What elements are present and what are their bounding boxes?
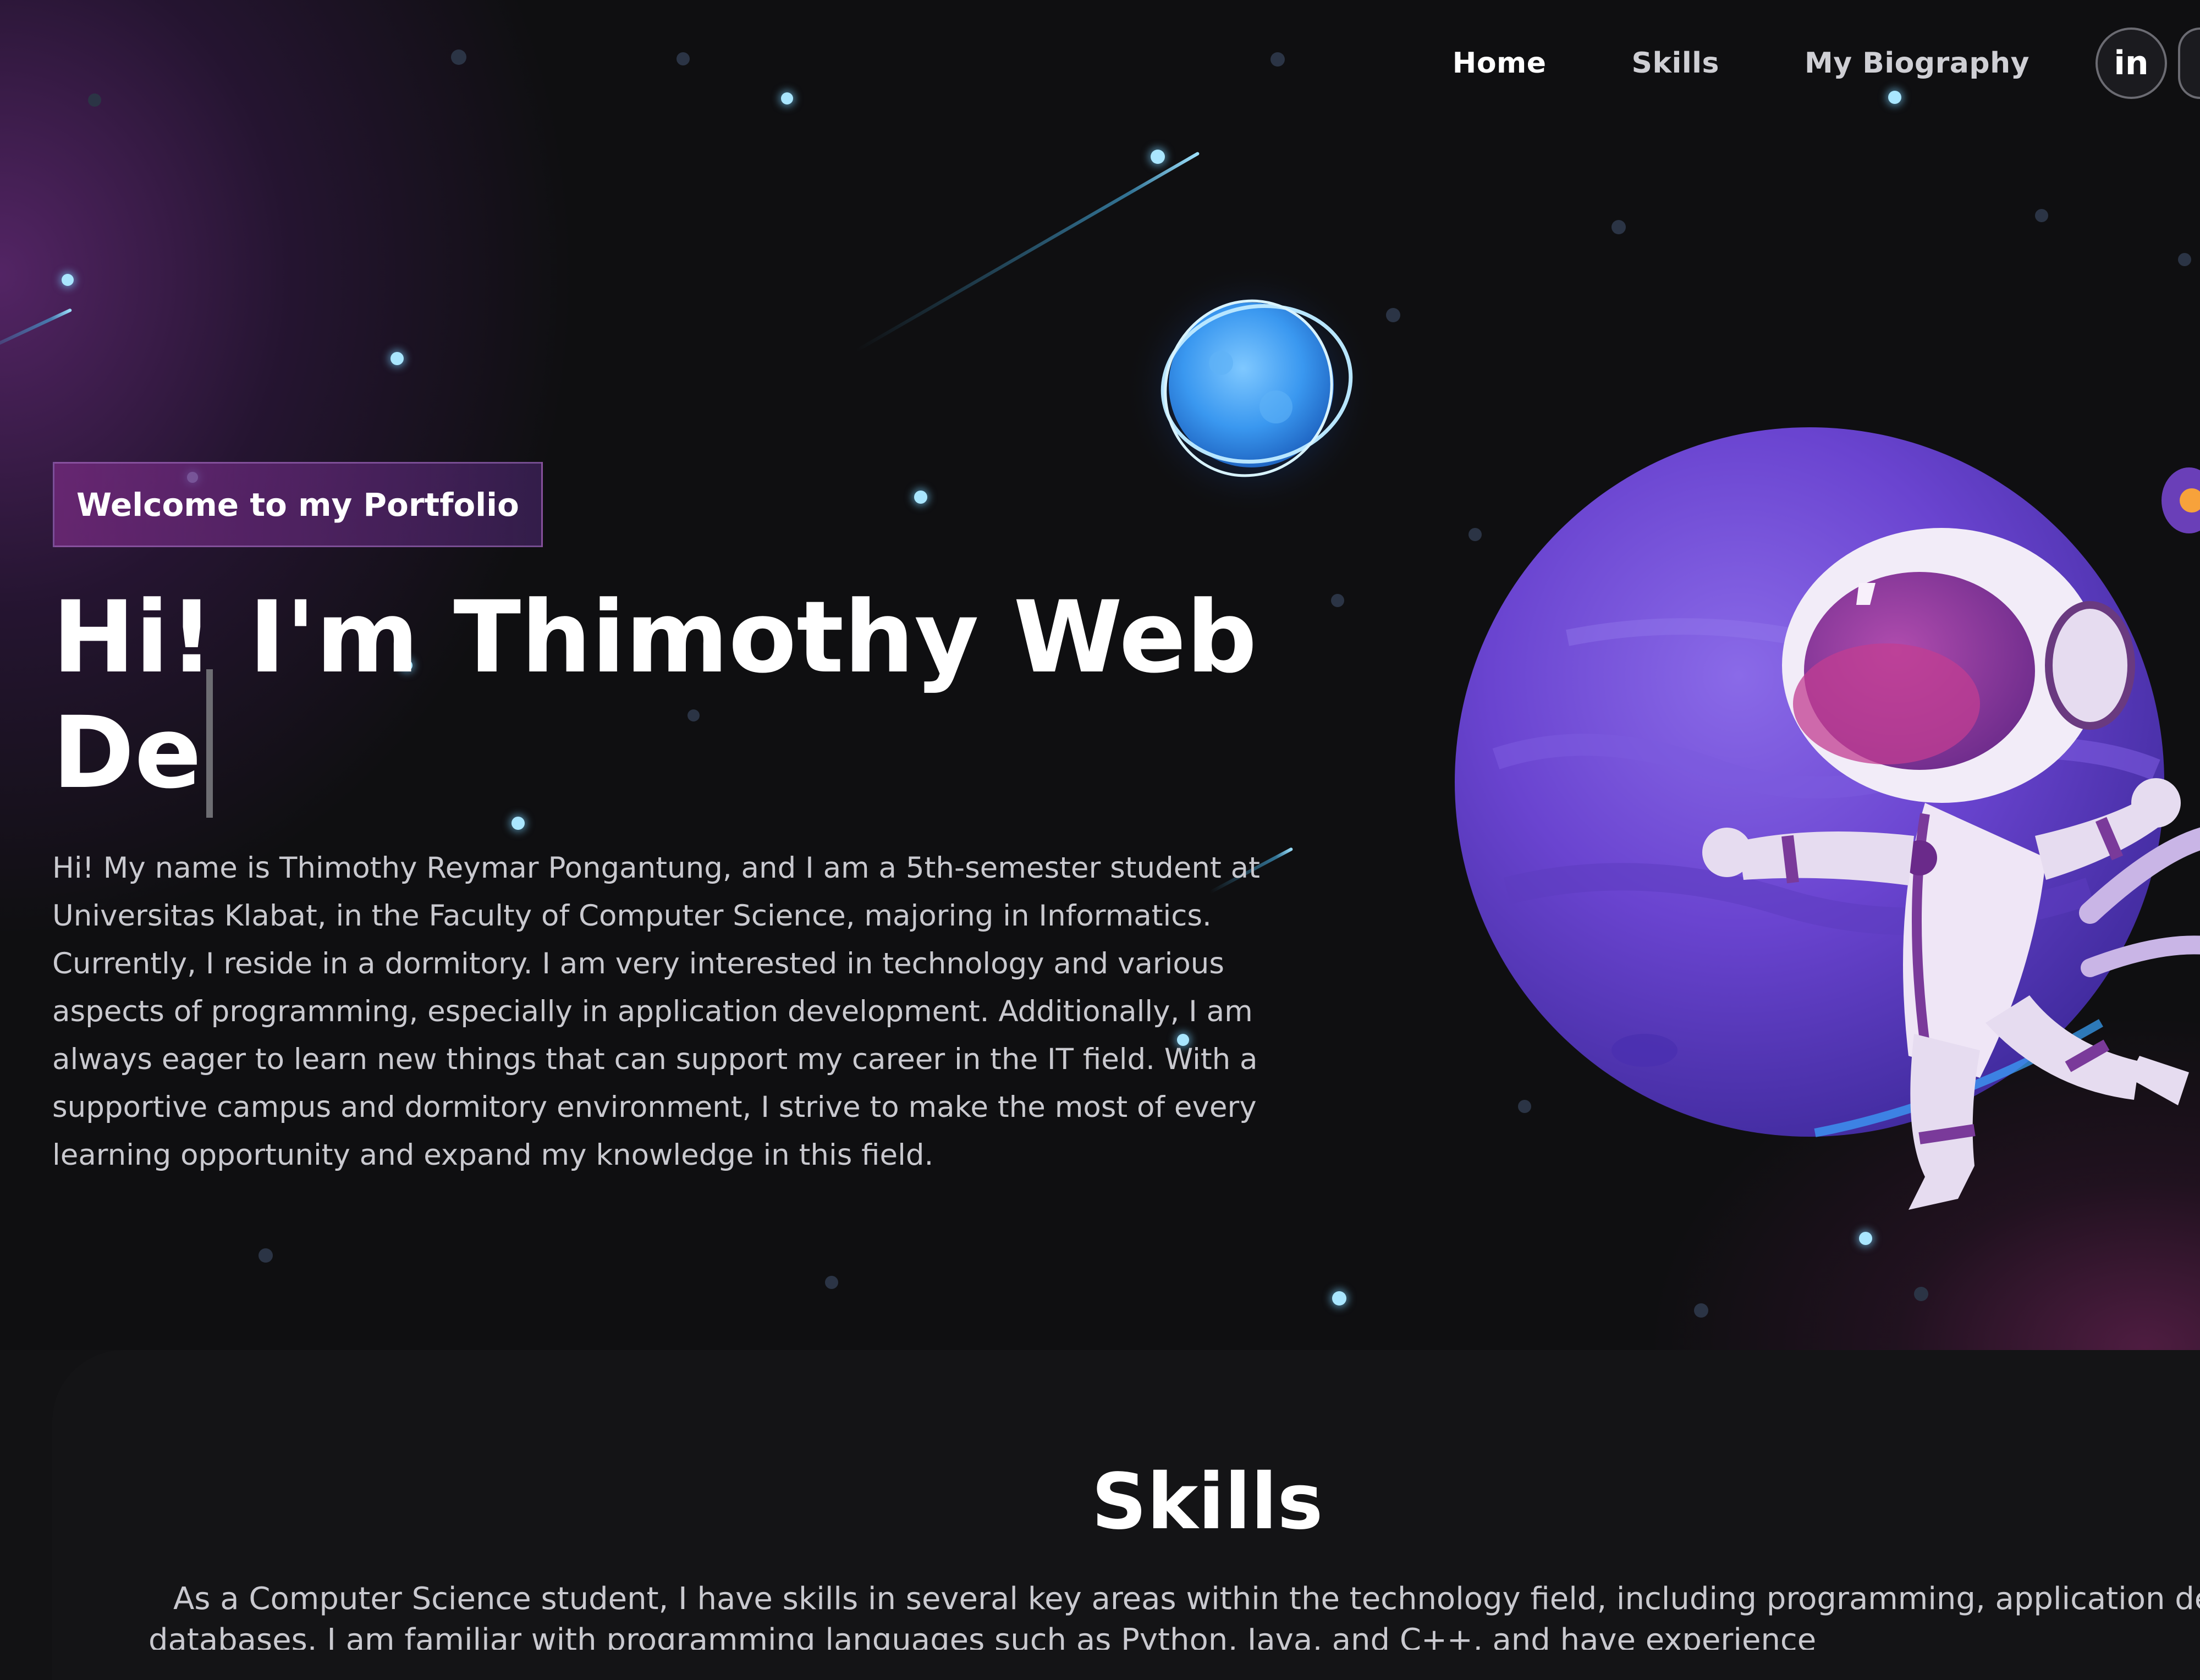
skills-paragraph: As a Computer Science student, I have sk… — [148, 1581, 2200, 1650]
skills-title: Skills — [1091, 1457, 1323, 1547]
skills-content: Skills As a Computer Science student, I … — [0, 0, 2200, 1650]
